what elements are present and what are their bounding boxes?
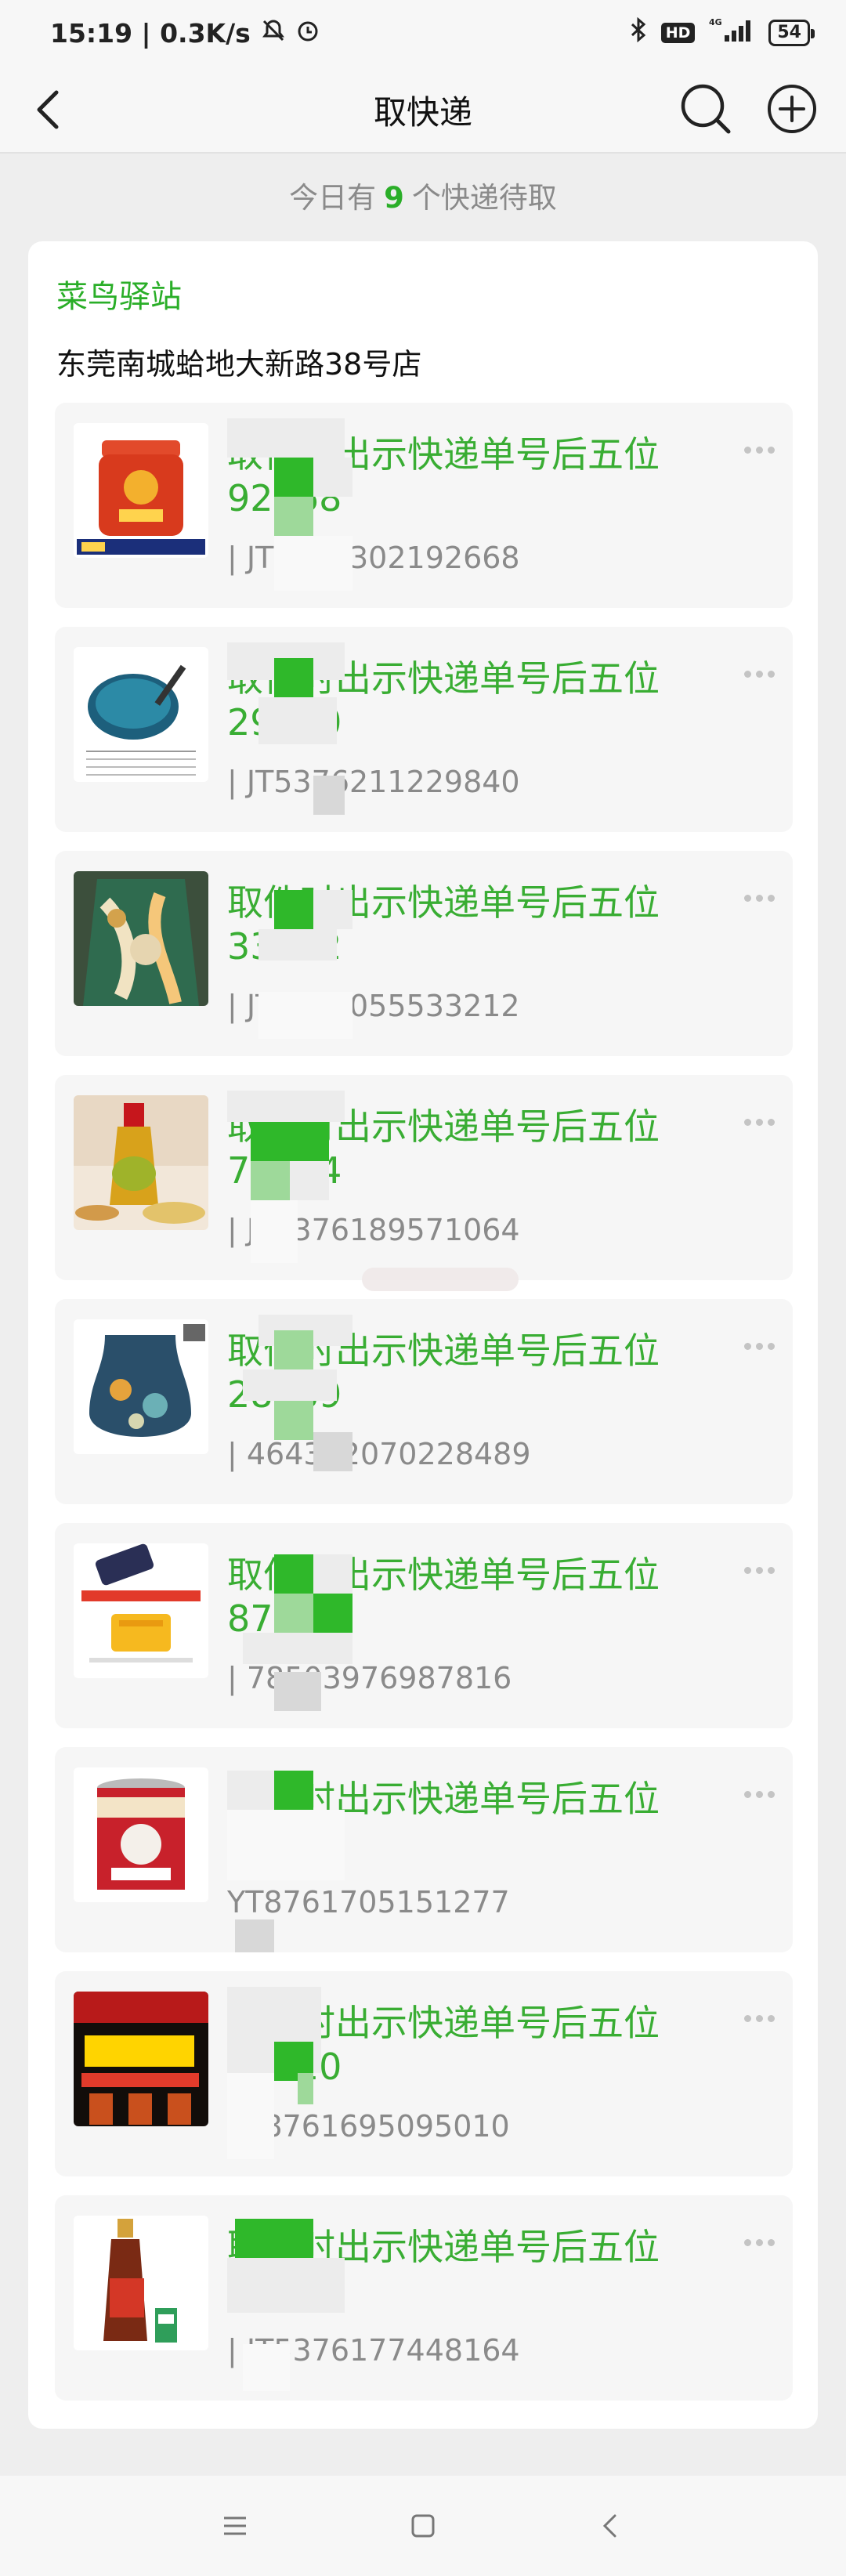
more-icon[interactable] — [744, 666, 783, 682]
status-right: HD 4G 54 — [630, 16, 815, 49]
product-thumbnail — [74, 1543, 208, 1678]
pending-count: 9 — [384, 181, 404, 215]
more-icon[interactable] — [744, 2010, 783, 2026]
parcel-tracking: YT8761705151277 — [227, 1885, 510, 1919]
product-thumbnail — [74, 2216, 208, 2350]
parcel-item[interactable]: 取件时出示快递单号后五位 33212 | JT5377055533212 — [55, 851, 793, 1056]
add-icon — [768, 85, 816, 133]
status-bar: 15:19 | 0.3K/s HD 4G 54 — [0, 0, 846, 66]
menu-icon[interactable] — [218, 2509, 252, 2543]
search-button[interactable] — [675, 78, 736, 139]
more-icon[interactable] — [744, 1114, 783, 1130]
parcel-item[interactable]: 取件时出示快递单号后五位 51277 YT8761705151277 — [55, 1747, 793, 1952]
product-thumbnail — [74, 647, 208, 782]
parcel-item[interactable]: 取件时出示快递单号后五位 71064 | JT5376189571064 — [55, 1075, 793, 1280]
status-time-speed: 15:19 | 0.3K/s — [50, 17, 251, 49]
parcel-tracking: | JT5376211229840 — [227, 765, 520, 799]
station-name[interactable]: 菜鸟驿站 — [56, 271, 182, 317]
parcel-item[interactable]: 取件时出示快递单号后五位 92668 | JT5376302192668 — [55, 403, 793, 608]
product-thumbnail — [74, 1767, 208, 1902]
product-thumbnail — [74, 1095, 208, 1230]
bluetooth-icon — [630, 16, 647, 49]
more-icon[interactable] — [744, 442, 783, 458]
parcel-item[interactable]: 取件时出示快递单号后五位 87816 | 78503976987816 — [55, 1523, 793, 1728]
parcel-item[interactable]: 取件时出示快递单号后五位 95010 YT8761695095010 — [55, 1971, 793, 2176]
mute-icon — [262, 18, 285, 49]
parcel-item[interactable]: 取件时出示快递单号后五位 48164 | JT5376177448164 — [55, 2195, 793, 2401]
parcel-tracking: | 464392070228489 — [227, 1437, 531, 1471]
back-nav-icon[interactable] — [594, 2509, 628, 2543]
svg-text:4G: 4G — [709, 17, 722, 27]
alarm-icon — [296, 18, 320, 49]
more-icon[interactable] — [744, 1338, 783, 1354]
top-header: 取快递 — [0, 66, 846, 154]
product-thumbnail — [74, 871, 208, 1006]
more-icon[interactable] — [744, 890, 783, 906]
station-address: 东莞南城蛤地大新路38号店 — [56, 347, 422, 382]
summary-prefix: 今日有 — [289, 181, 377, 215]
station-card: 菜鸟驿站 东莞南城蛤地大新路38号店 取件时出示快递单号后五位 92668 | … — [28, 241, 818, 2429]
more-icon[interactable] — [744, 1786, 783, 1802]
parcel-item[interactable]: 取件时出示快递单号后五位 29840 | JT5376211229840 — [55, 627, 793, 832]
product-thumbnail — [74, 423, 208, 558]
product-thumbnail — [74, 1992, 208, 2126]
home-icon[interactable] — [406, 2509, 440, 2543]
add-button[interactable] — [761, 78, 822, 139]
pending-summary: 今日有 9 个快递待取 — [0, 174, 846, 216]
hd-badge: HD — [660, 23, 696, 43]
more-icon[interactable] — [744, 2234, 783, 2250]
parcel-tracking: | JT5376189571064 — [227, 1213, 520, 1247]
more-icon[interactable] — [744, 1562, 783, 1578]
parcel-tracking: YT8761695095010 — [227, 2109, 510, 2144]
parcel-item[interactable]: 取件时出示快递单号后五位 28489 | 464392070228489 — [55, 1299, 793, 1504]
summary-suffix: 个快递待取 — [411, 181, 557, 215]
product-thumbnail — [74, 1319, 208, 1454]
signal-icon: 4G — [709, 16, 754, 49]
parcel-tracking: | JT5376177448164 — [227, 2333, 520, 2368]
search-icon — [681, 84, 731, 134]
battery-indicator: 54 — [768, 20, 815, 46]
status-left: 15:19 | 0.3K/s — [50, 18, 320, 49]
watermark-overlay — [362, 1268, 519, 1291]
system-nav-bar — [0, 2476, 846, 2576]
